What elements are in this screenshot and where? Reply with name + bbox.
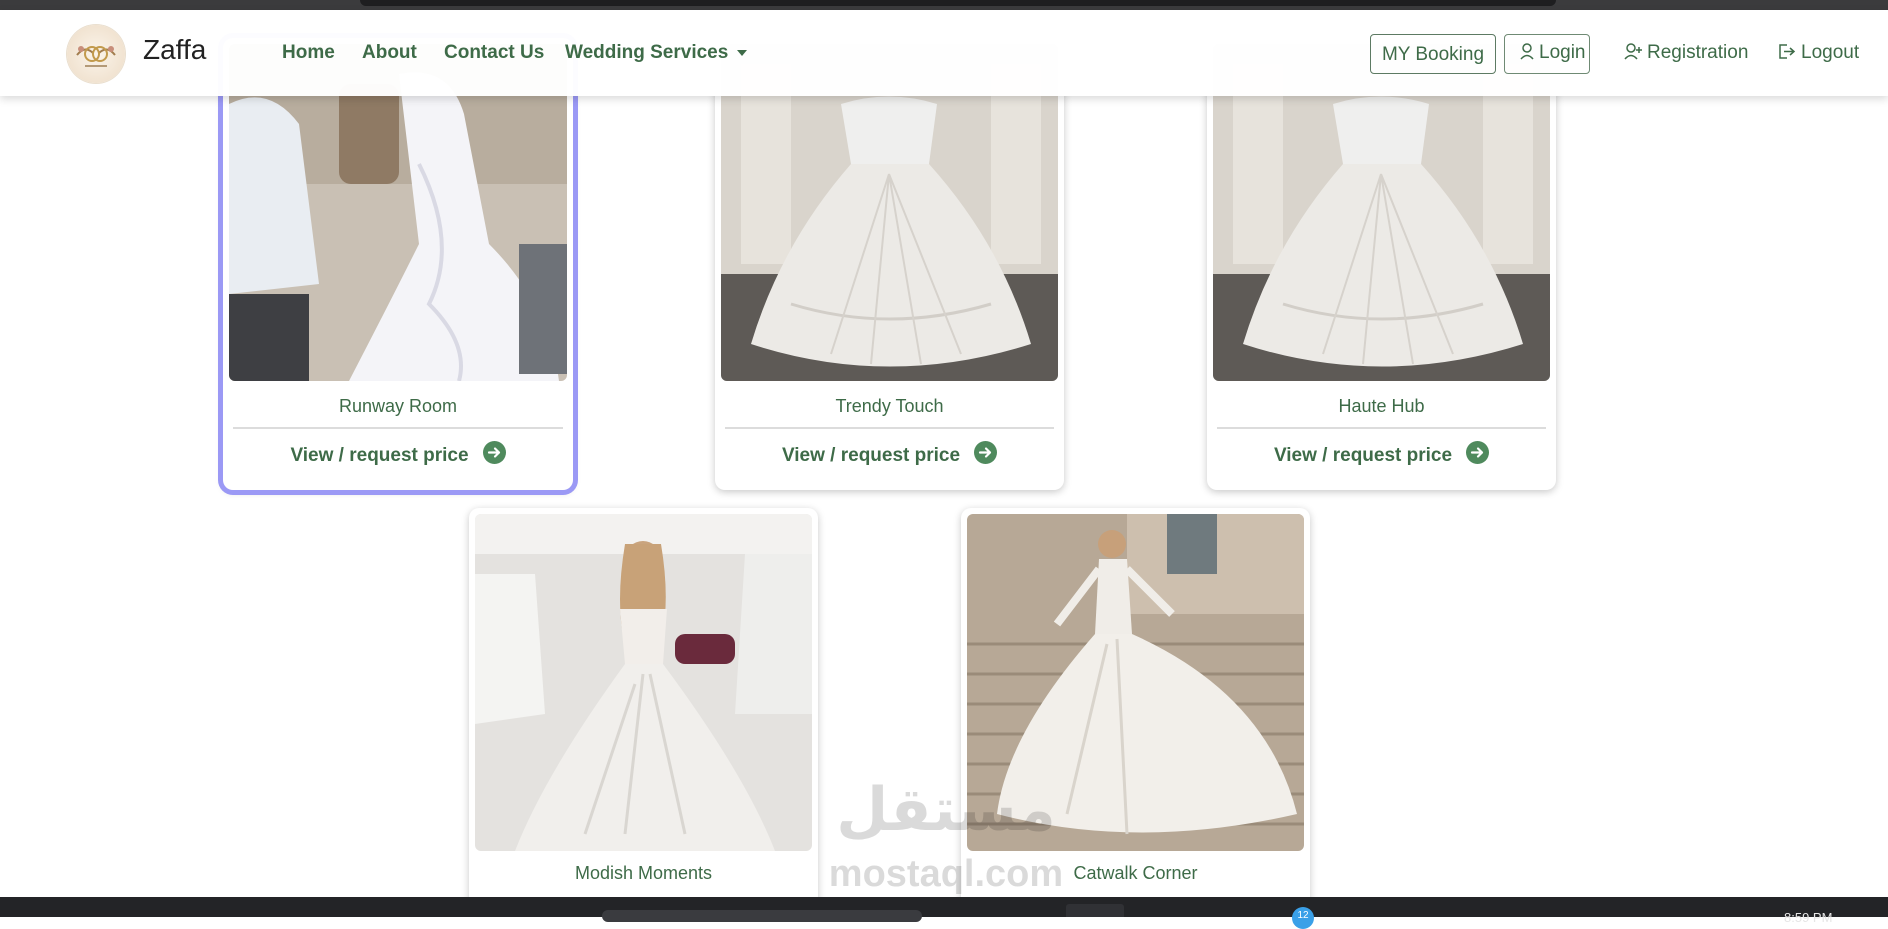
- my-booking-button[interactable]: MY Booking: [1370, 34, 1496, 74]
- card-title: Catwalk Corner: [1073, 863, 1198, 883]
- taskbar-app-item[interactable]: [1066, 904, 1124, 917]
- arrow-right-icon: [482, 441, 506, 464]
- logout-label: Logout: [1801, 42, 1860, 63]
- venue-card[interactable]: Catwalk Corner: [961, 508, 1310, 908]
- registration-link[interactable]: Registration: [1624, 42, 1748, 64]
- login-link[interactable]: Login: [1520, 42, 1586, 64]
- nav-contact-link[interactable]: Contact Us: [444, 42, 544, 64]
- card-title: Trendy Touch: [835, 396, 944, 416]
- notification-badge: 12: [1292, 907, 1314, 929]
- dress-photo[interactable]: [475, 514, 812, 851]
- view-request-price-link[interactable]: View / request price: [1207, 441, 1556, 467]
- cta-label: View / request price: [290, 445, 469, 466]
- nav-home-link[interactable]: Home: [282, 42, 335, 64]
- logout-icon: [1779, 44, 1796, 59]
- card-divider: [233, 427, 563, 429]
- cta-label: View / request price: [781, 445, 961, 466]
- dress-photo[interactable]: [967, 514, 1304, 851]
- caret-down-icon: [737, 49, 748, 56]
- venue-card[interactable]: Runway Room View / request price: [223, 38, 573, 490]
- wedding-services-label: Wedding Services: [565, 42, 729, 63]
- venue-card[interactable]: Trendy Touch View / request price: [715, 38, 1064, 490]
- venue-card[interactable]: Haute Hub View / request price: [1207, 38, 1556, 490]
- browser-top-strip: [0, 0, 1888, 10]
- login-label: Login: [1539, 42, 1586, 63]
- top-navbar: Zaffa Home About Contact Us Wedding Serv…: [0, 10, 1888, 96]
- view-request-price-link[interactable]: View / request price: [223, 441, 573, 467]
- brand-name[interactable]: Zaffa: [143, 34, 206, 66]
- nav-wedding-services-dropdown[interactable]: Wedding Services: [565, 42, 748, 64]
- wedding-rings-logo-icon[interactable]: [67, 25, 125, 83]
- os-taskbar: [0, 897, 1888, 917]
- browser-scrollbar: [360, 0, 1556, 6]
- card-divider: [1217, 427, 1546, 429]
- logout-link[interactable]: Logout: [1778, 42, 1859, 64]
- nav-about-link[interactable]: About: [362, 42, 417, 64]
- card-title: Runway Room: [338, 396, 458, 416]
- card-title: Modish Moments: [574, 863, 713, 883]
- arrow-right-icon: [1466, 441, 1490, 464]
- taskbar-clock: 8:59 PM: [1784, 910, 1833, 925]
- venue-card[interactable]: Modish Moments: [469, 508, 818, 908]
- user-plus-icon: [1624, 43, 1642, 60]
- card-divider: [725, 427, 1054, 429]
- cta-label: View / request price: [1273, 445, 1453, 466]
- user-icon: [1520, 43, 1534, 60]
- card-title: Haute Hub: [1338, 396, 1425, 416]
- view-request-price-link[interactable]: View / request price: [715, 441, 1064, 467]
- arrow-right-icon: [974, 441, 998, 464]
- registration-label: Registration: [1647, 42, 1749, 63]
- taskbar-search[interactable]: [602, 910, 922, 922]
